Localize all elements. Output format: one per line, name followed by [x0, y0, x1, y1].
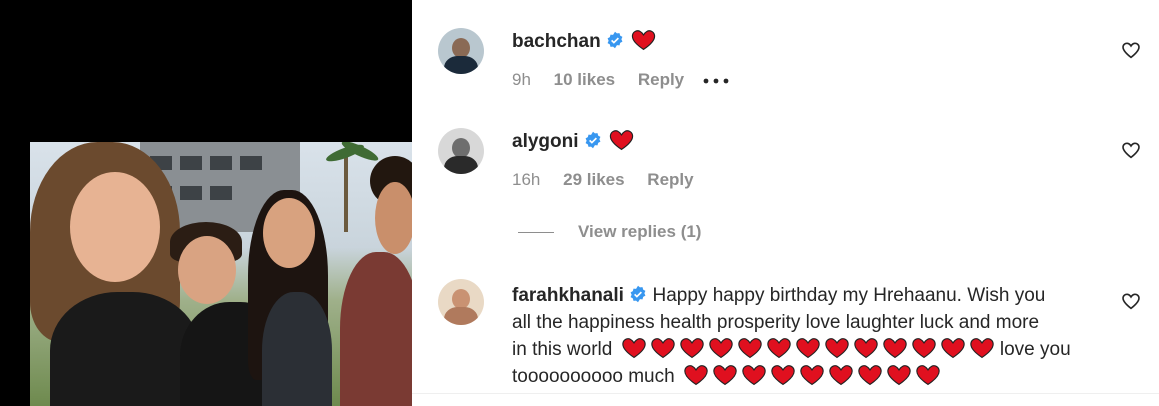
comment-time: 9h [512, 70, 531, 89]
red-heart-emoji [829, 365, 853, 386]
comment-likes[interactable]: 29 likes [563, 170, 624, 189]
post-image-pane [0, 0, 412, 406]
red-heart-emoji [916, 365, 940, 386]
red-heart-emoji [632, 30, 656, 51]
comment-text-line-3: in this world [512, 339, 613, 360]
divider [412, 393, 1159, 394]
comment-text-line-3-end: love you [999, 339, 1071, 360]
red-heart-emoji [800, 365, 824, 386]
red-heart-emoji [887, 365, 911, 386]
red-heart-emoji [679, 338, 704, 359]
verified-badge-icon [607, 31, 623, 49]
reply-button[interactable]: Reply [638, 70, 684, 89]
comment-likes[interactable]: 10 likes [554, 70, 615, 89]
heart-outline-icon[interactable] [1121, 41, 1141, 59]
heart-outline-icon[interactable] [1121, 292, 1141, 310]
red-heart-emoji [795, 338, 820, 359]
comment-text-line-1: Happy happy birthday my Hrehaanu. Wish y… [652, 285, 1046, 306]
avatar-alygoni[interactable] [438, 128, 484, 174]
comments-panel: bachchan 9h 10 likes Reply alygoni 16h 2… [412, 0, 1159, 406]
red-heart-emoji [969, 338, 994, 359]
red-heart-emoji [911, 338, 936, 359]
verified-badge-icon [630, 285, 646, 303]
red-heart-emoji [650, 338, 675, 359]
red-heart-emoji [824, 338, 849, 359]
heart-emoji-row [618, 338, 995, 360]
comment-text-line-4: toooooooooo much [512, 366, 675, 387]
heart-emoji-row [680, 365, 941, 387]
red-heart-emoji [882, 338, 907, 359]
view-replies-divider [518, 232, 554, 234]
red-heart-emoji [766, 338, 791, 359]
username-farahkhanali[interactable]: farahkhanali [512, 285, 624, 306]
red-heart-emoji [940, 338, 965, 359]
more-options-icon[interactable] [703, 68, 729, 89]
red-heart-emoji [708, 338, 733, 359]
post-photo[interactable] [30, 142, 412, 406]
heart-outline-icon[interactable] [1121, 141, 1141, 159]
verified-badge-icon [585, 131, 601, 149]
username-bachchan[interactable]: bachchan [512, 31, 601, 52]
reply-button[interactable]: Reply [647, 170, 693, 189]
red-heart-emoji [742, 365, 766, 386]
avatar-farahkhanali[interactable] [438, 279, 484, 325]
view-replies-label: View replies (1) [578, 222, 702, 241]
red-heart-emoji [621, 338, 646, 359]
comment-text-line-2: all the happiness health prosperity love… [512, 312, 1040, 333]
red-heart-emoji [684, 365, 708, 386]
red-heart-emoji [858, 365, 882, 386]
comment-time: 16h [512, 170, 541, 189]
view-replies-button[interactable]: View replies (1) [518, 222, 701, 242]
red-heart-emoji [853, 338, 878, 359]
avatar-bachchan[interactable] [438, 28, 484, 74]
red-heart-emoji [771, 365, 795, 386]
username-alygoni[interactable]: alygoni [512, 131, 579, 152]
red-heart-emoji [713, 365, 737, 386]
red-heart-emoji [609, 130, 634, 151]
red-heart-emoji [737, 338, 762, 359]
